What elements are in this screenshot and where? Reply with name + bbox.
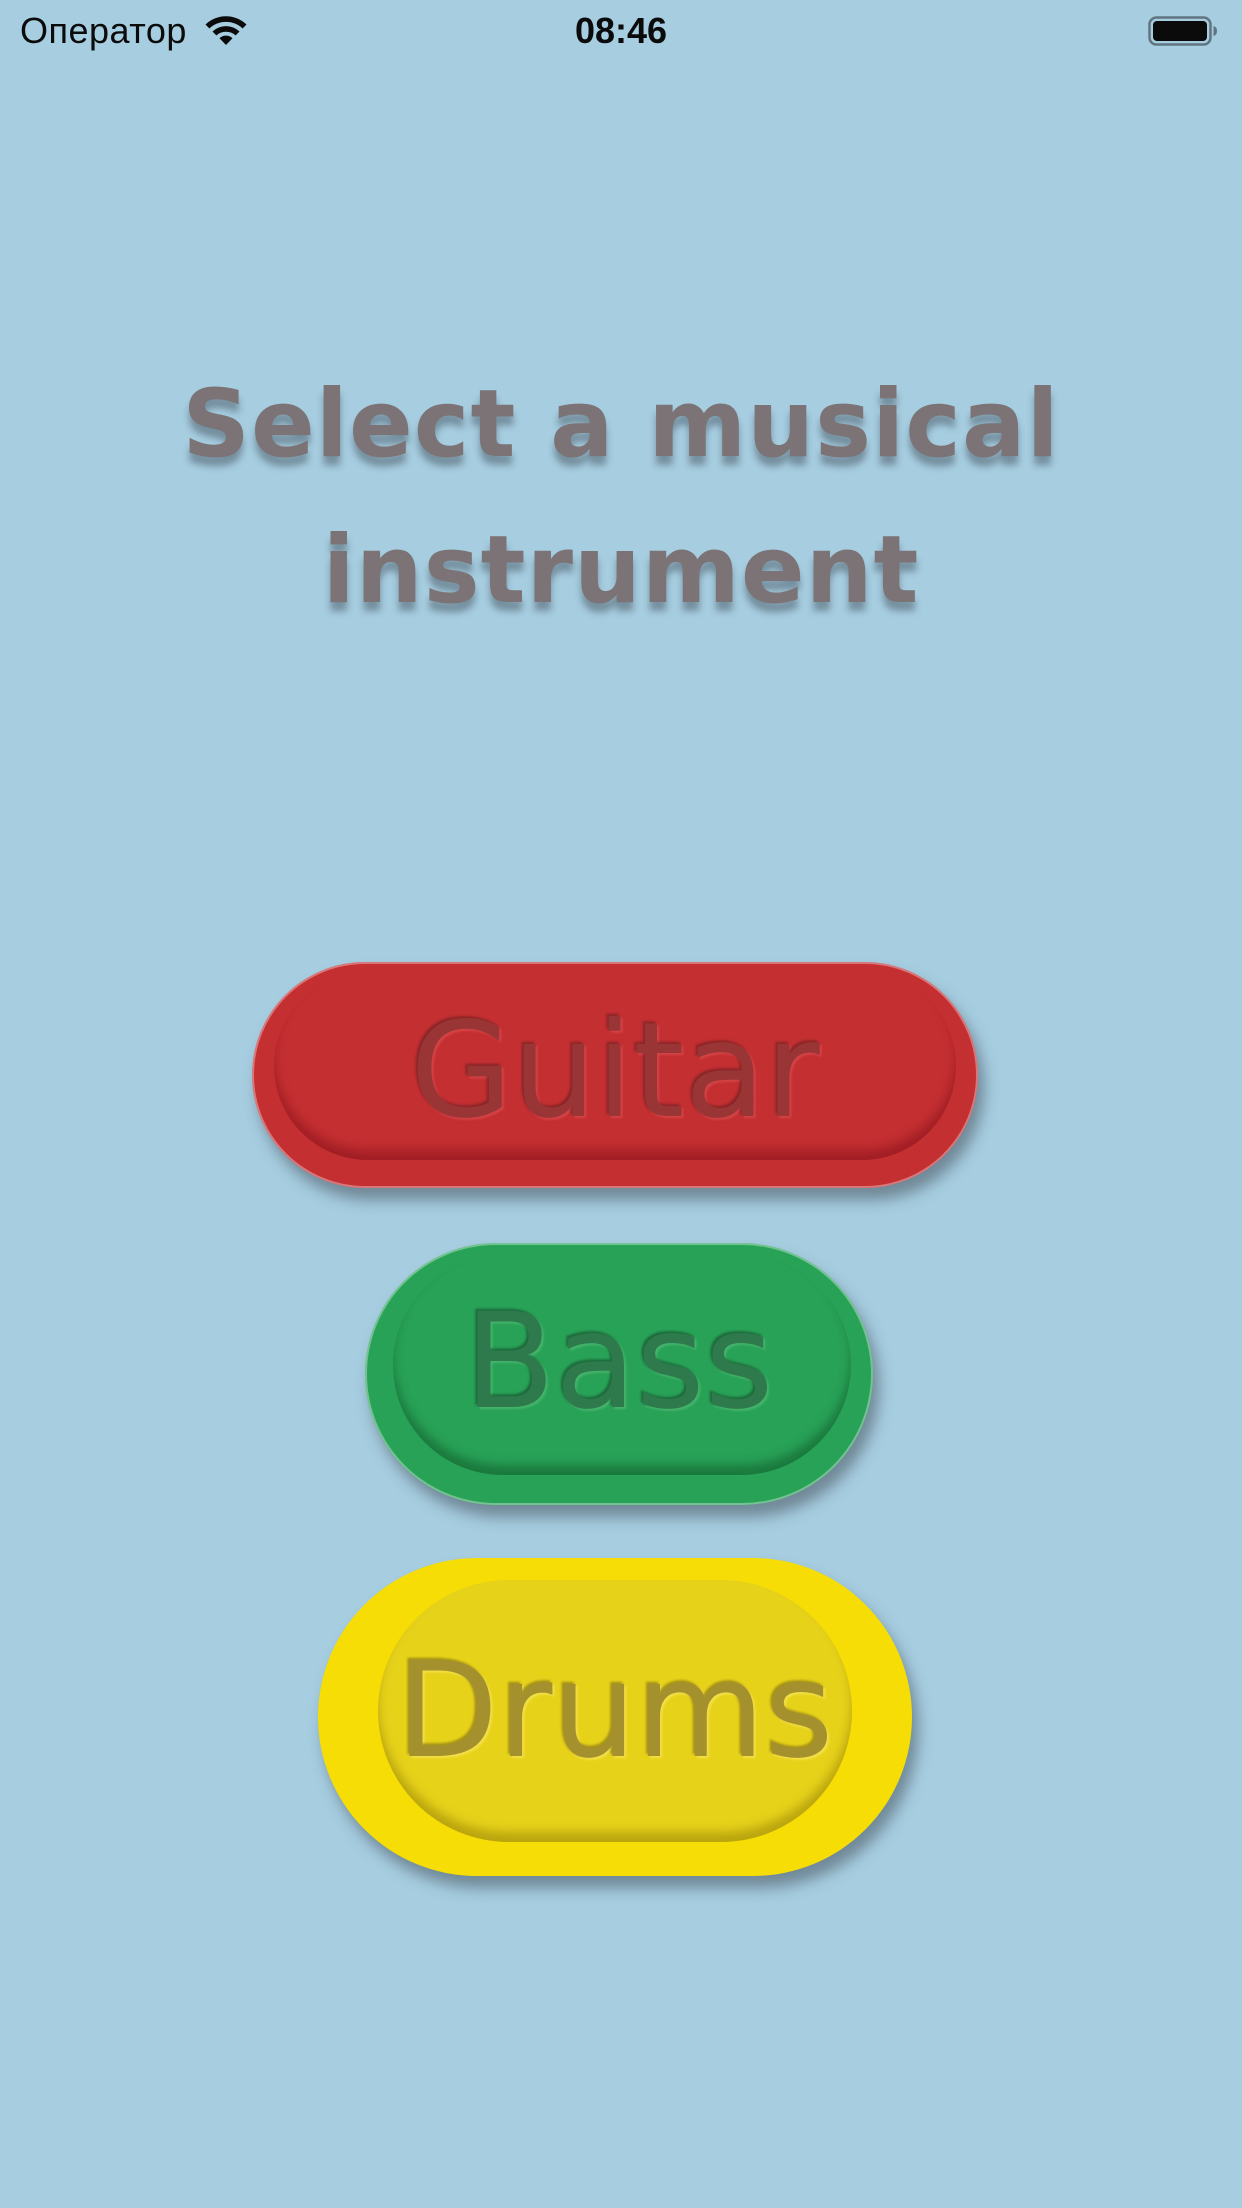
status-time: 08:46 xyxy=(574,10,668,51)
guitar-button-label: Guitar xyxy=(410,994,820,1148)
battery-icon xyxy=(1148,16,1217,46)
drums-button-label: Drums xyxy=(396,1634,834,1788)
page-title-line-1: Select a musical xyxy=(182,370,1060,479)
drums-button[interactable]: Drums xyxy=(318,1558,912,1876)
status-bar: Оператор 08:46 xyxy=(0,0,1242,62)
guitar-button[interactable]: Guitar xyxy=(252,962,978,1188)
page-title-line-2: instrument xyxy=(322,516,920,625)
bass-button-label: Bass xyxy=(464,1285,774,1439)
page-title: Select a musical instrument xyxy=(171,352,1071,644)
bass-button[interactable]: Bass xyxy=(365,1243,873,1505)
